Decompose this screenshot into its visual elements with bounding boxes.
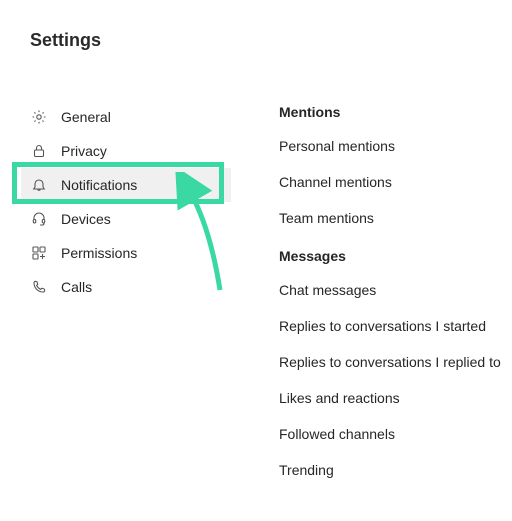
lock-icon <box>31 143 47 159</box>
sidebar-item-calls[interactable]: Calls <box>21 270 231 304</box>
sidebar-item-devices[interactable]: Devices <box>21 202 231 236</box>
section-header-messages: Messages <box>279 248 509 264</box>
setting-row[interactable]: Likes and reactions <box>279 390 509 406</box>
setting-row[interactable]: Trending <box>279 462 509 478</box>
setting-row[interactable]: Team mentions <box>279 210 509 226</box>
sidebar-item-privacy[interactable]: Privacy <box>21 134 231 168</box>
sidebar-item-permissions[interactable]: Permissions <box>21 236 231 270</box>
setting-row[interactable]: Replies to conversations I replied to <box>279 354 509 370</box>
settings-sidebar: General Privacy Notifications Devices Pe… <box>21 100 231 304</box>
sidebar-item-label: Notifications <box>61 177 137 193</box>
sidebar-item-label: Privacy <box>61 143 107 159</box>
setting-row[interactable]: Personal mentions <box>279 138 509 154</box>
settings-content: Mentions Personal mentions Channel menti… <box>279 104 509 498</box>
sidebar-item-label: Devices <box>61 211 111 227</box>
setting-row[interactable]: Channel mentions <box>279 174 509 190</box>
section-header-mentions: Mentions <box>279 104 509 120</box>
phone-icon <box>31 279 47 295</box>
headset-icon <box>31 211 47 227</box>
setting-row[interactable]: Replies to conversations I started <box>279 318 509 334</box>
gear-icon <box>31 109 47 125</box>
sidebar-item-label: Calls <box>61 279 92 295</box>
page-title: Settings <box>30 30 101 51</box>
apps-icon <box>31 245 47 261</box>
bell-icon <box>31 177 47 193</box>
setting-row[interactable]: Chat messages <box>279 282 509 298</box>
sidebar-item-general[interactable]: General <box>21 100 231 134</box>
sidebar-item-notifications[interactable]: Notifications <box>21 168 231 202</box>
sidebar-item-label: Permissions <box>61 245 137 261</box>
sidebar-item-label: General <box>61 109 111 125</box>
setting-row[interactable]: Followed channels <box>279 426 509 442</box>
